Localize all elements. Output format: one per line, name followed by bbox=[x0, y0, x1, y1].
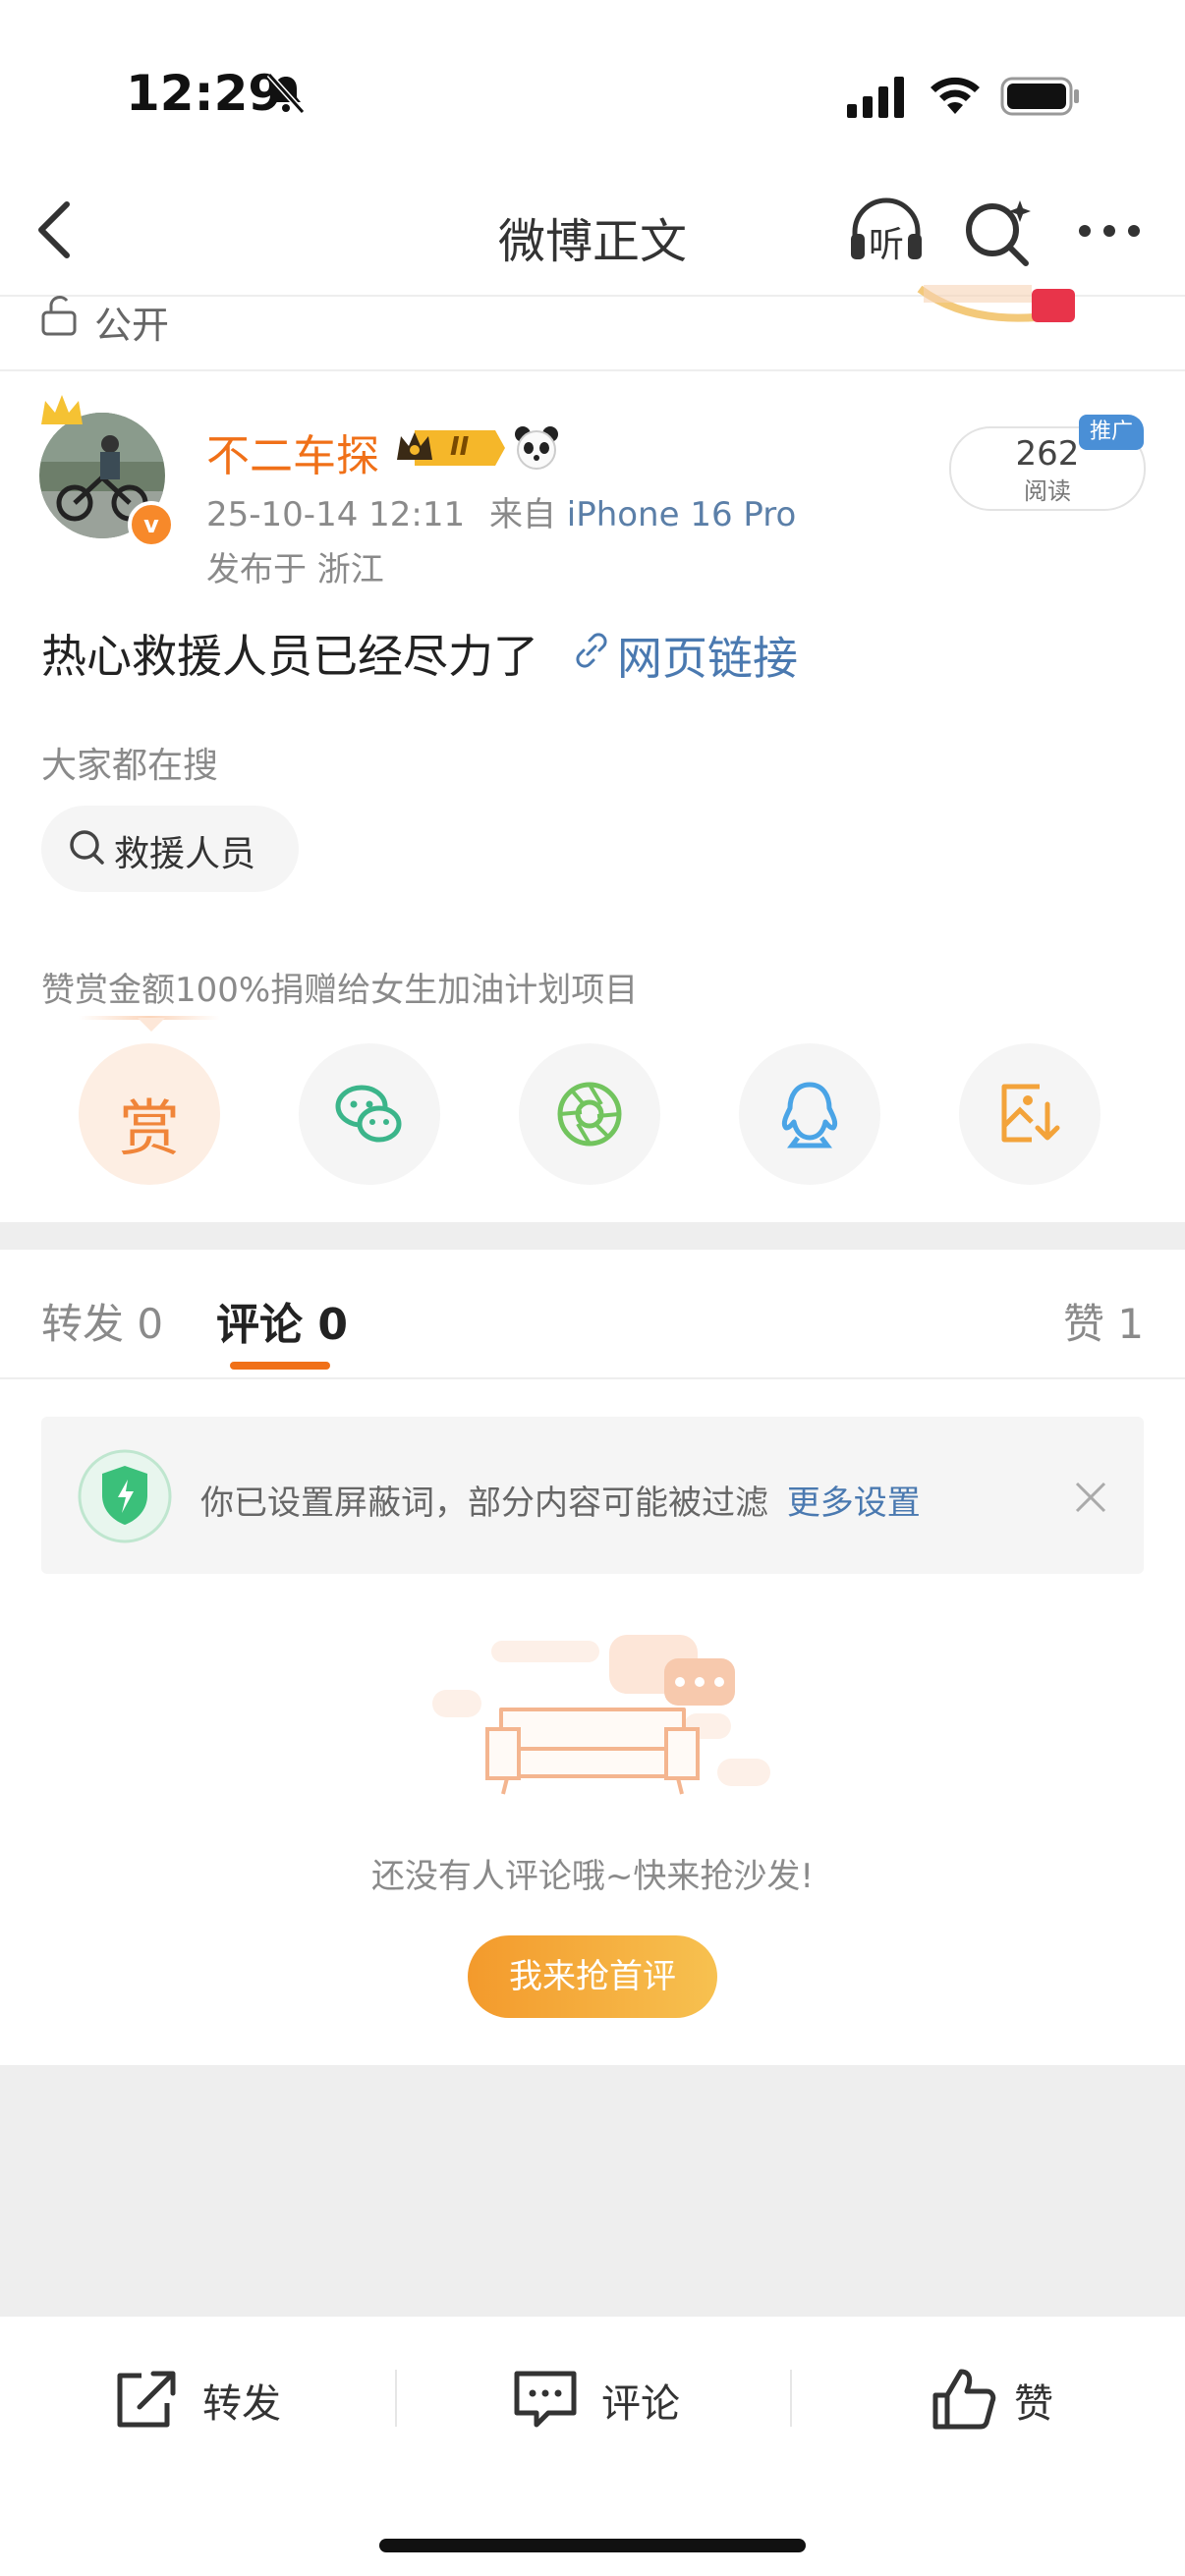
first-comment-button[interactable]: 我来抢首评 bbox=[468, 1935, 717, 2018]
cellular-signal-icon bbox=[847, 77, 904, 118]
share-wechat-button[interactable] bbox=[299, 1043, 440, 1185]
listen-label: 听 bbox=[869, 225, 905, 265]
comment-button[interactable]: 评论 bbox=[511, 2360, 707, 2438]
reward-pointer bbox=[138, 1018, 165, 1032]
hot-search-header: 大家都在搜 bbox=[41, 746, 219, 786]
bell-muted-icon bbox=[266, 72, 306, 115]
wechat-icon bbox=[335, 1085, 402, 1143]
tab-like[interactable]: 赞 1 bbox=[1063, 1291, 1144, 1351]
content-bottom-padding bbox=[0, 2065, 1185, 2317]
wifi-icon bbox=[931, 77, 980, 114]
comment-label: 评论 bbox=[601, 2381, 680, 2427]
unlock-icon bbox=[41, 296, 77, 336]
hot-search-chip-label: 救援人员 bbox=[114, 834, 256, 874]
tab-divider bbox=[0, 1377, 1185, 1379]
crown-icon bbox=[41, 395, 83, 424]
vip-level-badge[interactable]: II bbox=[393, 424, 509, 472]
visibility-label: 公开 bbox=[94, 304, 170, 347]
post-source[interactable]: iPhone 16 Pro bbox=[567, 495, 797, 534]
ai-search-icon[interactable] bbox=[963, 196, 1034, 267]
shield-icon bbox=[78, 1449, 172, 1543]
section-gap bbox=[0, 1222, 1185, 1250]
moments-camera-icon bbox=[557, 1082, 622, 1147]
link-icon bbox=[576, 633, 607, 668]
read-label: 阅读 bbox=[1024, 477, 1071, 505]
panda-icon bbox=[515, 426, 558, 470]
forward-label: 转发 bbox=[202, 2381, 281, 2427]
toolbar-divider bbox=[790, 2370, 792, 2427]
section-divider bbox=[0, 369, 1185, 371]
reward-button[interactable]: 赏 bbox=[79, 1043, 220, 1185]
save-image-icon bbox=[1001, 1084, 1060, 1143]
bottom-toolbar bbox=[0, 2317, 1185, 2576]
filter-notice-message: 你已设置屏蔽词，部分内容可能被过滤 bbox=[200, 1484, 768, 1523]
close-icon[interactable] bbox=[1071, 1478, 1110, 1517]
verified-badge: v bbox=[128, 501, 175, 548]
comment-icon bbox=[514, 2371, 577, 2428]
tab-forward[interactable]: 转发 0 bbox=[41, 1291, 163, 1351]
author-name[interactable]: 不二车探 bbox=[206, 420, 379, 483]
toolbar-divider bbox=[395, 2370, 397, 2427]
save-image-button[interactable] bbox=[959, 1043, 1100, 1185]
qq-icon bbox=[781, 1082, 838, 1148]
reward-note: 赞赏金额100%捐赠给女生加油计划项目 bbox=[41, 971, 639, 1010]
filter-notice-text: 你已设置屏蔽词，部分内容可能被过滤 更多设置 bbox=[200, 1476, 921, 1524]
like-button[interactable]: 赞 bbox=[930, 2360, 1067, 2438]
reward-char: 赏 bbox=[118, 1092, 180, 1164]
post-location: 发布于 浙江 bbox=[206, 550, 384, 589]
share-moments-button[interactable] bbox=[519, 1043, 660, 1185]
like-label: 赞 bbox=[1014, 2381, 1053, 2427]
web-link[interactable]: 网页链接 bbox=[617, 623, 798, 688]
vplus-promo-banner-icon[interactable] bbox=[914, 285, 1100, 332]
active-tab-indicator bbox=[230, 1362, 330, 1370]
post-from-prefix: 来自 bbox=[488, 495, 556, 534]
post-meta: 25-10-14 12:11 来自 iPhone 16 Pro bbox=[206, 487, 796, 535]
promote-tag[interactable]: 推广 bbox=[1079, 415, 1144, 450]
empty-sofa-illustration-icon bbox=[432, 1635, 770, 1795]
search-icon bbox=[70, 830, 104, 865]
thumbs-up-icon bbox=[932, 2369, 996, 2430]
forward-icon bbox=[117, 2371, 176, 2428]
vip-level-text: II bbox=[450, 432, 470, 462]
more-settings-link[interactable]: 更多设置 bbox=[787, 1484, 921, 1523]
tab-comment[interactable]: 评论 0 bbox=[216, 1289, 348, 1352]
share-qq-button[interactable] bbox=[739, 1043, 880, 1185]
post-text: 热心救援人员已经尽力了 bbox=[41, 630, 538, 683]
post-date: 25-10-14 12:11 bbox=[206, 495, 466, 534]
home-indicator bbox=[379, 2539, 806, 2552]
more-options-icon[interactable] bbox=[1075, 216, 1144, 246]
listen-button[interactable]: 听 bbox=[847, 195, 926, 265]
empty-comments-text: 还没有人评论哦~快来抢沙发! bbox=[370, 1857, 815, 1896]
status-time: 12:29 bbox=[126, 65, 283, 122]
forward-button[interactable]: 转发 bbox=[112, 2360, 309, 2438]
battery-icon bbox=[1000, 77, 1079, 116]
